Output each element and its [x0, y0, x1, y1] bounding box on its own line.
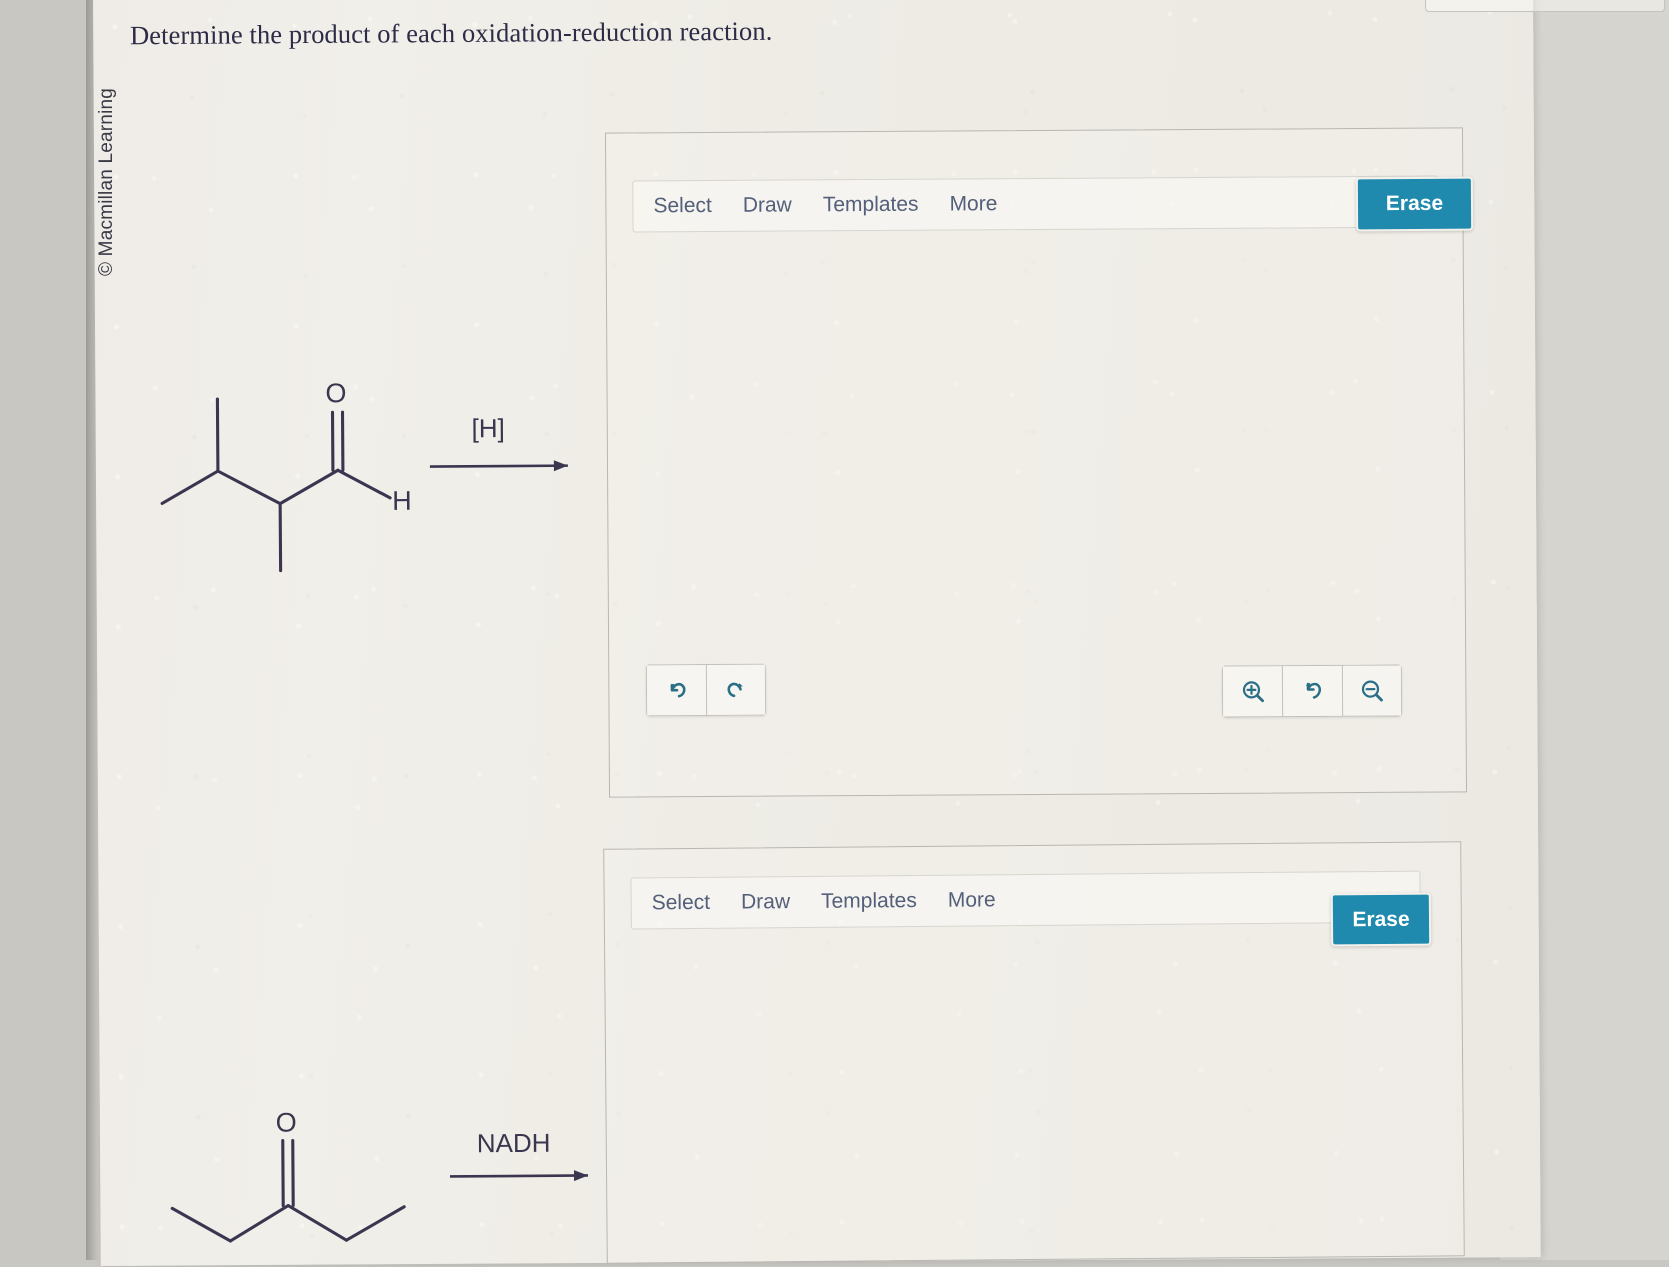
- copyright-label: © Macmillan Learning: [96, 56, 118, 276]
- zoom-in-icon: [1238, 677, 1266, 705]
- zoom-button-group-1: [1222, 664, 1402, 717]
- history-button-group-1: [646, 664, 766, 717]
- editor-toolbar-1: Select Draw Templates More: [632, 176, 1438, 233]
- atom-label-hydrogen: H: [392, 486, 412, 516]
- reaction-arrow-1: [430, 460, 568, 472]
- menu-item-draw[interactable]: Draw: [741, 890, 790, 914]
- atom-label-oxygen: O: [276, 1108, 297, 1138]
- redo-button[interactable]: [706, 664, 766, 716]
- erase-button-2[interactable]: Erase: [1331, 893, 1431, 947]
- zoom-out-icon: [1358, 677, 1386, 705]
- editor-toolbar-2: Select Draw Templates More: [630, 871, 1420, 930]
- undo-button[interactable]: [646, 664, 706, 716]
- reaction-scheme-1: O H [H]: [139, 368, 601, 596]
- page-title: Determine the product of each oxidation-…: [130, 16, 773, 51]
- undo-icon: [663, 677, 689, 703]
- reagent-label-1: [H]: [472, 413, 505, 443]
- zoom-reset-button[interactable]: [1282, 665, 1342, 717]
- redo-icon: [723, 677, 749, 703]
- top-right-partial-widget[interactable]: [1425, 0, 1665, 12]
- zoom-in-button[interactable]: [1222, 665, 1282, 717]
- menu-item-templates[interactable]: Templates: [823, 193, 919, 218]
- zoom-reset-icon: [1298, 677, 1326, 705]
- menu-item-more[interactable]: More: [949, 192, 997, 216]
- reaction-arrow-2: [450, 1170, 588, 1182]
- reaction-scheme-2: O NADH: [139, 1083, 600, 1266]
- menu-item-select[interactable]: Select: [653, 194, 712, 218]
- menu-item-more[interactable]: More: [948, 888, 996, 912]
- menu-item-templates[interactable]: Templates: [821, 889, 917, 914]
- atom-label-oxygen: O: [325, 378, 346, 408]
- reagent-label-2: NADH: [477, 1128, 551, 1159]
- zoom-out-button[interactable]: [1342, 664, 1402, 716]
- menu-item-draw[interactable]: Draw: [743, 193, 792, 217]
- menu-item-select[interactable]: Select: [652, 891, 711, 916]
- erase-button-1[interactable]: Erase: [1356, 177, 1473, 232]
